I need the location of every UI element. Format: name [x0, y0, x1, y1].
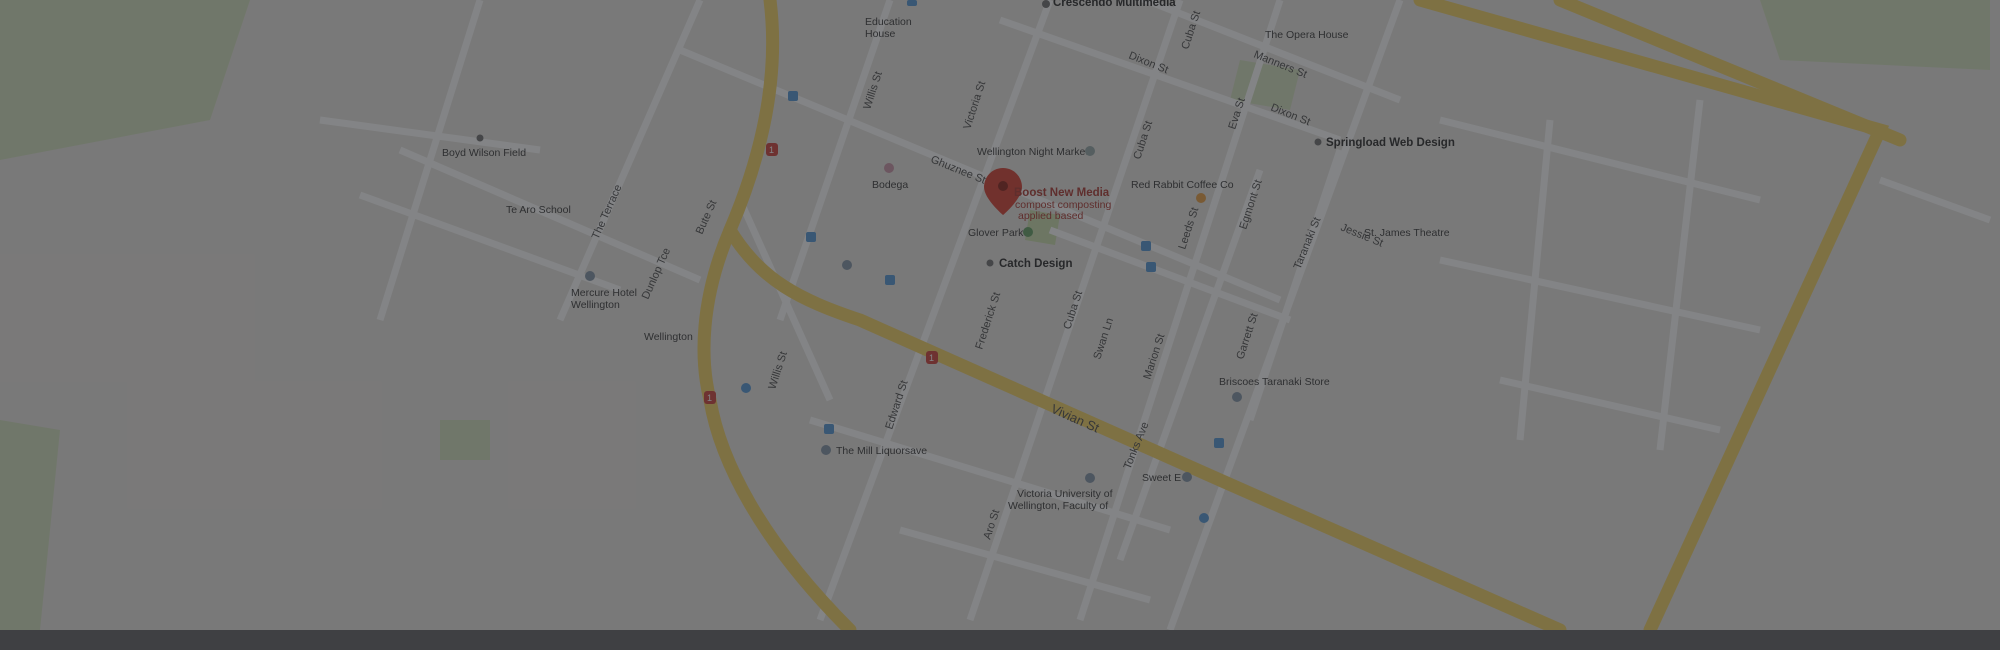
- cafe-icon: [1182, 472, 1192, 482]
- hotel-icon: [585, 271, 595, 281]
- poi-te-aro-school: Te Aro School: [506, 204, 571, 216]
- liquor-store-icon: [821, 445, 831, 455]
- poi-boost-sub2: applied based: [1018, 210, 1084, 222]
- place-icon: [1042, 0, 1050, 8]
- poi-wellington: Wellington: [644, 331, 693, 343]
- poi-bodega: Bodega: [872, 179, 908, 191]
- bus-stop-icon: [1214, 438, 1224, 448]
- bus-stop-icon: [1146, 262, 1156, 272]
- svg-text:1: 1: [707, 393, 712, 403]
- place-icon: [476, 134, 484, 142]
- park-icon: [1023, 227, 1033, 237]
- bus-stop-icon: [788, 91, 798, 101]
- poi-opera-house: The Opera House: [1265, 29, 1349, 41]
- poi-st-james: St. James Theatre: [1364, 227, 1450, 239]
- place-icon: [986, 259, 994, 267]
- svg-text:1: 1: [769, 145, 774, 155]
- bus-stop-icon: [741, 383, 751, 393]
- place-icon: [1314, 138, 1322, 146]
- bus-stop-icon: [824, 424, 834, 434]
- bottom-bar: [0, 630, 2000, 650]
- store-icon: [1232, 392, 1242, 402]
- poi-victoria-uni-1: Victoria University of: [1017, 488, 1113, 500]
- svg-text:1: 1: [929, 353, 934, 363]
- poi-victoria-uni-2: Wellington, Faculty of: [1008, 500, 1108, 512]
- coffee-icon: [1196, 193, 1206, 203]
- bus-stop-icon: [885, 275, 895, 285]
- shop-icon: [842, 260, 852, 270]
- poi-mercure-2: Wellington: [571, 299, 620, 311]
- poi-catch-design: Catch Design: [999, 258, 1073, 270]
- bus-stop-icon: [1199, 513, 1209, 523]
- poi-glover-park: Glover Park: [968, 227, 1024, 239]
- map-canvas[interactable]: Victoria St Willis St Vivian St Dixon St…: [0, 0, 2000, 630]
- university-icon: [1085, 473, 1095, 483]
- poi-night-market: Wellington Night Market: [977, 146, 1088, 158]
- bus-stop-icon: [907, 0, 917, 6]
- poi-sweet-e: Sweet E: [1142, 472, 1181, 484]
- poi-crescendo: Crescendo Multimedia: [1053, 0, 1176, 9]
- bus-stop-icon: [1141, 241, 1151, 251]
- poi-boost-title: Boost New Media: [1014, 187, 1110, 199]
- poi-springload: Springload Web Design: [1326, 137, 1455, 149]
- map-svg: Victoria St Willis St Vivian St Dixon St…: [0, 0, 2000, 630]
- poi-boyd-wilson: Boyd Wilson Field: [442, 147, 526, 159]
- bus-stop-icon: [806, 232, 816, 242]
- market-icon: [1085, 146, 1095, 156]
- poi-red-rabbit: Red Rabbit Coffee Co: [1131, 179, 1234, 191]
- restaurant-icon: [884, 163, 894, 173]
- poi-briscoes: Briscoes Taranaki Store: [1219, 376, 1330, 388]
- poi-mercure-1: Mercure Hotel: [571, 287, 637, 299]
- poi-mill-liquorsave: The Mill Liquorsave: [836, 445, 927, 457]
